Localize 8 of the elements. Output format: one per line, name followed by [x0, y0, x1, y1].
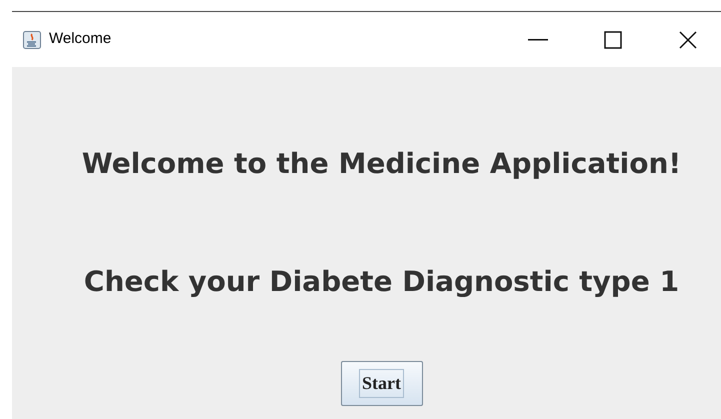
- maximize-icon: [604, 30, 622, 48]
- close-icon: [679, 30, 697, 48]
- minimize-icon: [528, 38, 548, 40]
- heading: Welcome to the Medicine Application!: [82, 146, 682, 182]
- app-icon: [23, 30, 41, 48]
- heading: Check your Diabete Diagnostic type 1: [84, 264, 680, 300]
- start-button[interactable]: Start: [340, 361, 422, 406]
- window-title: Welcome: [49, 29, 112, 50]
